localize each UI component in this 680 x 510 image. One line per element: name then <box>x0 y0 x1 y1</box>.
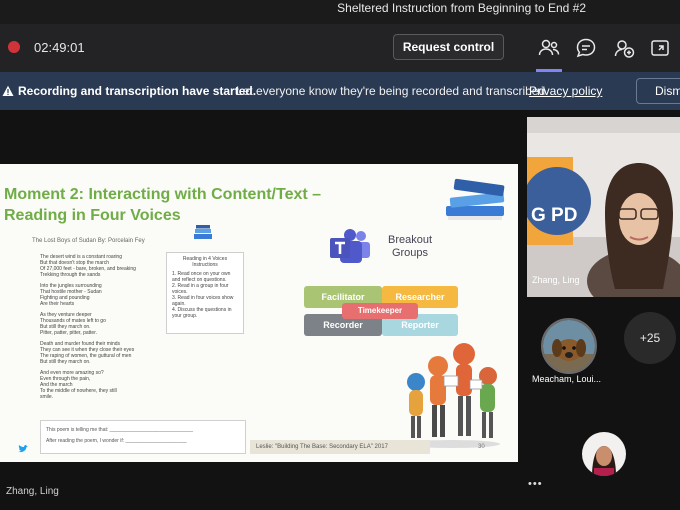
privacy-policy-link[interactable]: Privacy policy <box>529 84 602 98</box>
twitter-icon <box>18 445 28 453</box>
banner-message: Let everyone know they're being recorded… <box>236 84 549 98</box>
reflection-box: This poem is telling me that: __________… <box>40 420 246 454</box>
slide-citation: Leslie: "Building The Base: Secondary EL… <box>250 440 430 454</box>
recording-banner: Recording and transcription have started… <box>0 72 680 110</box>
reflection-prompt: After reading the poem, I wonder if: ___… <box>46 438 187 444</box>
role-timekeeper: Timekeeper <box>342 303 418 319</box>
instruction-step: 3. Read in four voices show again. <box>172 295 234 307</box>
small-books-icon <box>194 225 212 239</box>
presenter-video: G PD <box>527 117 680 297</box>
participant-name: Meacham, Loui... <box>532 374 602 384</box>
presenter-name: Zhang, Ling <box>532 275 580 285</box>
dog-avatar-image <box>543 320 595 372</box>
apps-icon[interactable] <box>612 36 636 60</box>
reflection-prompt: This poem is telling me that: __________… <box>46 427 194 433</box>
dismiss-button[interactable]: Dismiss <box>636 78 680 104</box>
more-participants-button[interactable]: +25 <box>624 312 676 364</box>
people-icon[interactable] <box>537 36 561 60</box>
presenter-video-tile[interactable]: G PD <box>527 117 680 297</box>
slide-page-number: 30 <box>478 444 485 450</box>
poem-heading: The Lost Boys of Sudan By: Porcelain Fey <box>32 238 145 244</box>
more-options-icon[interactable]: ••• <box>528 478 543 490</box>
instructions-box: Reading in 4 Voices Instructions 1. Read… <box>166 252 244 334</box>
warning-icon <box>2 84 14 102</box>
participant-photo <box>582 432 626 476</box>
teams-logo-icon <box>330 229 370 263</box>
instruction-step: 4. Discuss the questions in your group. <box>172 307 232 319</box>
instruction-step: 2. Read in a group in four voices. <box>172 283 229 295</box>
chat-icon[interactable] <box>574 36 598 60</box>
meeting-controls: 02:49:01 Request control <box>0 24 680 72</box>
recording-indicator-icon <box>8 41 20 53</box>
banner-title: Recording and transcription have started… <box>18 84 257 98</box>
instruction-step: 1. Read once on your own and reflect on … <box>172 271 231 283</box>
participant-avatar-small[interactable] <box>582 432 626 476</box>
breakout-groups-label: Breakout Groups <box>387 234 433 259</box>
request-control-button[interactable]: Request control <box>393 34 504 60</box>
share-tray-icon[interactable] <box>648 36 672 60</box>
shared-slide: Moment 2: Interacting with Content/Text … <box>0 164 518 462</box>
poem-text: The desert wind is a constant roaring But… <box>40 254 160 400</box>
reading-characters-illustration <box>404 343 500 448</box>
title-bar: Sheltered Instruction from Beginning to … <box>0 0 680 24</box>
poem-line: smile. <box>40 394 54 400</box>
instructions-heading: Reading in 4 Voices Instructions <box>182 256 228 268</box>
meeting-timer: 02:49:01 <box>34 40 85 55</box>
meeting-title: Sheltered Instruction from Beginning to … <box>337 1 586 15</box>
slide-title: Moment 2: Interacting with Content/Text … <box>4 186 322 224</box>
self-view-name: Zhang, Ling <box>6 486 59 497</box>
books-illustration <box>446 178 505 220</box>
backdrop-text: G PD <box>531 205 577 226</box>
participant-avatar[interactable] <box>541 318 597 374</box>
